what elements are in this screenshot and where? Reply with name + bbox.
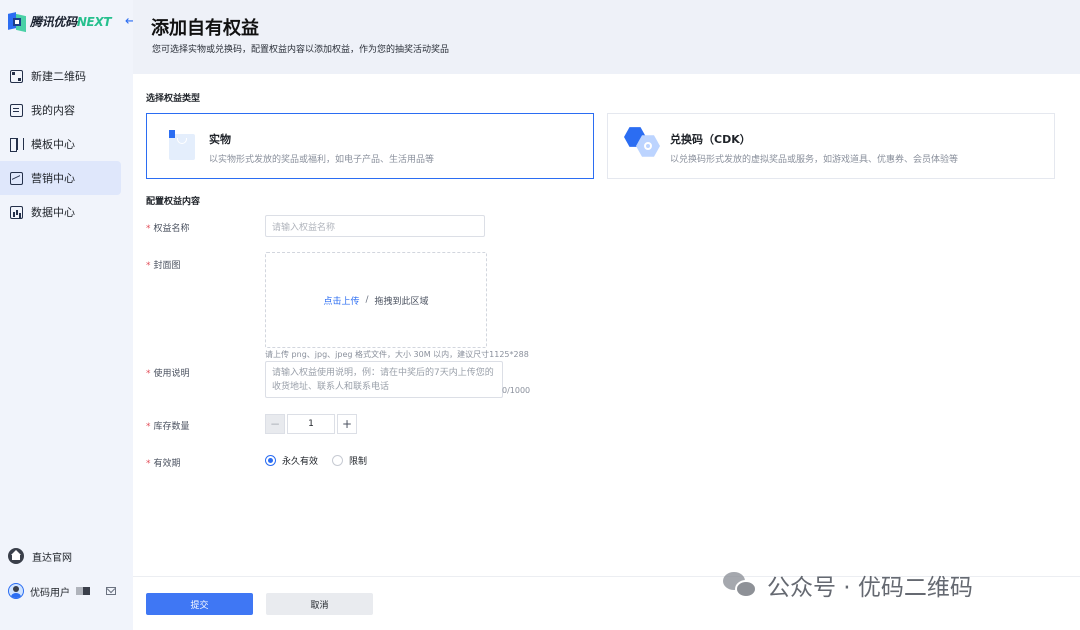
page-subtitle: 您可选择实物或兑换码，配置权益内容以添加权益，作为您的抽奖活动奖品	[152, 45, 450, 55]
reward-name-placeholder: 请输入权益名称	[272, 222, 336, 233]
type-card-physical[interactable]: 实物 以实物形式发放的奖品或福利，如电子产品、生活用品等	[146, 113, 594, 179]
label-cover-image: * 封面图	[146, 261, 181, 271]
usage-textarea[interactable]: 请输入权益使用说明，例：请在中奖后的7天内上传您的收货地址、联系人和联系电话	[265, 361, 503, 398]
stock-decrement-button[interactable]: −	[265, 414, 285, 434]
user-name: 优码用户	[30, 587, 70, 599]
logo-text: 腾讯优码NEXT	[30, 14, 112, 29]
sidebar-item-label: 数据中心	[31, 206, 75, 219]
label-reward-name: * 权益名称	[146, 224, 190, 234]
user-info[interactable]: 优码用户	[8, 583, 116, 599]
type-card-title: 兑换码（CDK）	[670, 133, 751, 146]
hexagon-cdk-icon	[624, 126, 662, 158]
sidebar-item-marketing[interactable]: 营销中心	[0, 161, 121, 195]
required-mark: *	[146, 459, 151, 469]
sidebar-item-templates[interactable]: 模板中心	[0, 127, 121, 161]
upload-hint: 请上传 png、jpg、jpeg 格式文件，大小 30M 以内，建议尺寸1125…	[265, 350, 529, 359]
type-card-title: 实物	[209, 133, 231, 146]
usage-placeholder: 请输入权益使用说明，例：请在中奖后的7天内上传您的收货地址、联系人和联系电话	[272, 368, 494, 392]
sidebar: 腾讯优码NEXT ← 新建二维码 我的内容 模板中心 营销中心 数据中心 直达官…	[0, 0, 136, 630]
cancel-button[interactable]: 取消	[266, 593, 373, 615]
official-site-label: 直达官网	[32, 552, 72, 564]
upload-separator: /	[365, 295, 369, 305]
sidebar-item-label: 新建二维码	[31, 70, 86, 83]
cover-upload-area[interactable]: 点击上传 / 拖拽到此区域	[265, 252, 487, 348]
stock-stepper: − 1 +	[265, 414, 357, 434]
document-icon	[10, 103, 23, 117]
avatar[interactable]	[8, 583, 24, 599]
type-card-cdk[interactable]: 兑换码（CDK） 以兑换码形式发放的虚拟奖品或服务，如游戏道具、优惠券、会员体验…	[607, 113, 1055, 179]
required-mark: *	[146, 224, 151, 234]
marketing-icon	[10, 171, 23, 185]
sidebar-item-new-qrcode[interactable]: 新建二维码	[0, 59, 121, 93]
usage-char-counter: 0/1000	[502, 386, 531, 395]
stock-increment-button[interactable]: +	[337, 414, 357, 434]
radio-label: 限制	[349, 457, 368, 467]
qrcode-icon	[10, 69, 23, 83]
upload-click-link[interactable]: 点击上传	[323, 294, 359, 307]
sidebar-item-label: 我的内容	[31, 104, 75, 117]
radio-limited[interactable]: 限制	[332, 454, 367, 467]
sidebar-item-data[interactable]: 数据中心	[0, 195, 121, 229]
home-icon	[8, 548, 24, 564]
radio-label: 永久有效	[282, 457, 319, 467]
official-site-link[interactable]: 直达官网	[8, 548, 72, 564]
upload-drag-text: 拖拽到此区域	[374, 296, 429, 307]
page-title: 添加自有权益	[151, 18, 259, 39]
watermark-text: 公众号 · 优码二维码	[767, 575, 973, 601]
sidebar-item-label: 模板中心	[31, 138, 75, 151]
type-card-desc: 以兑换码形式发放的虚拟奖品或服务，如游戏道具、优惠券、会员体验等	[670, 155, 959, 165]
reward-name-input[interactable]: 请输入权益名称	[265, 215, 485, 237]
type-card-desc: 以实物形式发放的奖品或福利，如电子产品、生活用品等	[209, 155, 435, 165]
page-header: 添加自有权益 您可选择实物或兑换码，配置权益内容以添加权益，作为您的抽奖活动奖品	[133, 0, 1080, 74]
label-stock: * 库存数量	[146, 422, 190, 432]
logo[interactable]: 腾讯优码NEXT	[8, 10, 112, 33]
radio-permanent[interactable]: 永久有效	[265, 454, 318, 467]
template-icon	[10, 137, 24, 152]
submit-button[interactable]: 提交	[146, 593, 253, 615]
validity-radio-group: 永久有效 限制	[265, 454, 367, 467]
required-mark: *	[146, 369, 151, 379]
section-title-type: 选择权益类型	[146, 94, 201, 104]
mail-icon[interactable]	[106, 587, 116, 595]
label-usage: * 使用说明	[146, 369, 190, 379]
shopping-bag-icon	[169, 130, 195, 160]
wechat-icon	[723, 570, 759, 600]
required-mark: *	[146, 261, 151, 271]
logo-mark-icon	[8, 11, 26, 33]
stock-value-input[interactable]: 1	[287, 414, 335, 434]
sidebar-nav: 新建二维码 我的内容 模板中心 营销中心 数据中心	[0, 59, 121, 229]
watermark: 公众号 · 优码二维码	[723, 568, 973, 602]
sidebar-item-my-content[interactable]: 我的内容	[0, 93, 121, 127]
section-title-config: 配置权益内容	[146, 197, 201, 207]
user-badge-icon	[76, 587, 90, 595]
label-validity: * 有效期	[146, 459, 181, 469]
radio-checked-icon	[265, 455, 276, 466]
main-panel: 选择权益类型 实物 以实物形式发放的奖品或福利，如电子产品、生活用品等 兑换码（…	[133, 74, 1080, 630]
sidebar-item-label: 营销中心	[31, 172, 75, 185]
data-chart-icon	[10, 205, 23, 219]
required-mark: *	[146, 422, 151, 432]
radio-unchecked-icon	[332, 455, 344, 466]
